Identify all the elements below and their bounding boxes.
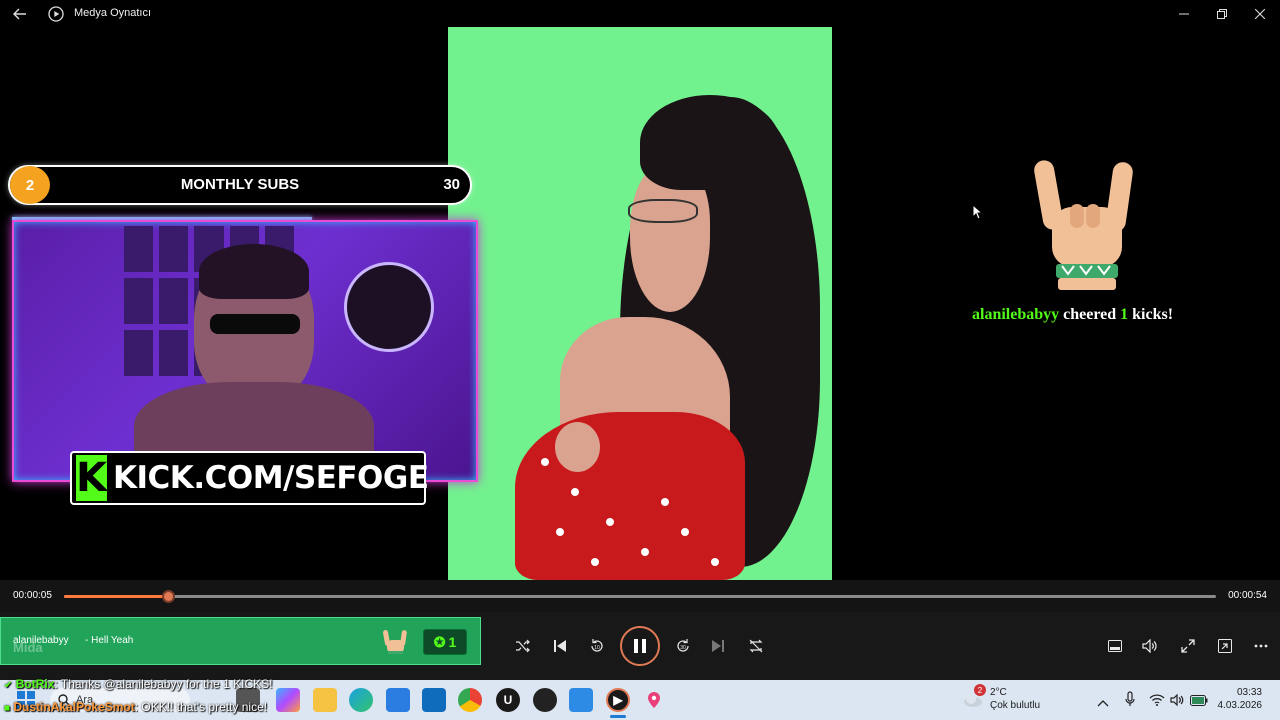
microphone-icon[interactable] [1125,691,1135,712]
compact-overlay-icon[interactable] [1213,634,1237,658]
chat-widget-message: - Hell Yeah [85,635,134,646]
rock-hand-icon [1034,160,1133,290]
glasses-shape [628,199,698,223]
rewind-10-icon[interactable]: 10 [585,634,609,658]
kick-url: KICK.COM/SEFOGE [113,460,429,496]
pause-icon [634,639,646,653]
seek-thumb[interactable] [161,590,175,603]
seek-row: 00:00:05 00:00:54 [0,580,1280,612]
title-bar: Medya Oynatıcı [0,0,1280,27]
weather-alert-badge: 2 [974,684,986,696]
streamer-hair [199,244,309,299]
minimize-icon[interactable] [1172,0,1196,27]
store-icon[interactable] [386,688,410,712]
elapsed-time: 00:00:05 [13,590,52,601]
alert-verb: cheered [1063,306,1117,323]
obs-icon[interactable] [533,688,557,712]
next-icon[interactable] [706,634,730,658]
seek-bar[interactable] [64,590,1216,603]
chat-line-1-user: BotRix [15,677,55,691]
outlook-icon[interactable] [422,688,446,712]
upwork-icon[interactable]: U [496,688,520,712]
chat-widget: Mida alanilebabyy - Hell Yeah ✪ 1 [0,617,481,665]
subs-label: MONTHLY SUBS [180,176,300,193]
more-options-icon[interactable] [1249,634,1273,658]
chat-line-1: ✔ BotRix: Thanks @alanilebabyy for the 1… [4,677,272,691]
file-explorer-icon[interactable] [313,688,337,712]
seek-progress [64,595,168,598]
chat-line-1-badge-icon: ✔ [4,680,13,691]
dress-polka-dots [541,458,719,566]
miniplayer-icon[interactable] [1103,634,1127,658]
restore-icon[interactable] [1210,0,1234,27]
cheer-alert: alanilebabyy cheered 1 kicks! [972,306,1173,324]
media-player-taskbar-icon[interactable]: ▶ [606,688,630,712]
pause-button[interactable] [620,626,660,666]
chevron-up-icon[interactable] [1097,694,1109,712]
active-app-indicator [610,715,626,718]
kick-counter: ✪ 1 [423,629,467,655]
chat-widget-user: alanilebabyy [13,635,69,646]
webcam-frame [12,220,478,482]
chrome-icon[interactable] [458,688,482,712]
chat-line-2-message: : OKK!! that's pretty nice! [134,700,268,714]
svg-text:30: 30 [680,645,686,651]
clock-date[interactable]: 4.03.2026 [1218,700,1263,711]
kick-counter-icon: ✪ [433,633,446,650]
alert-unit: kicks! [1132,306,1174,323]
alert-user: alanilebabyy [972,306,1060,323]
chat-line-1-message: : Thanks @alanilebabyy for the 1 KICKS! [54,677,273,691]
rock-hand-emote-icon [383,629,407,654]
weather-desc: Çok bulutlu [990,700,1041,711]
wifi-icon[interactable] [1149,693,1165,711]
volume-icon[interactable] [1138,634,1162,658]
monthly-subs-bar: 2 MONTHLY SUBS 30 [8,165,472,205]
photos-icon[interactable] [569,688,593,712]
battery-icon[interactable] [1190,693,1208,711]
shuffle-icon[interactable] [511,634,535,658]
speaker-icon[interactable] [1170,693,1184,711]
kick-banner: K KICK.COM/SEFOGE [70,451,429,505]
weather-icon[interactable]: 2 [962,684,986,708]
close-icon[interactable] [1248,0,1272,27]
microphone [344,262,434,352]
previous-icon[interactable] [548,634,572,658]
sunglasses [210,314,300,334]
chat-line-2-user: DustinAkalPokeSmot [13,700,135,714]
kick-logo: K [76,455,107,501]
maps-pin-icon[interactable] [642,688,666,712]
svg-text:10: 10 [594,645,600,651]
total-time: 00:00:54 [1228,590,1267,601]
chat-line-2-badge-icon: ■ [4,703,11,714]
kick-counter-value: 1 [448,634,457,650]
window-title: Medya Oynatıcı [74,7,152,19]
copilot-icon[interactable] [276,688,300,712]
chat-line-2: ■ DustinAkalPokeSmot: OKK!! that's prett… [4,700,267,714]
video-frame[interactable]: 2 MONTHLY SUBS 30 K KICK.COM/SEFOGE alan… [0,27,1280,580]
fullscreen-icon[interactable] [1176,634,1200,658]
mouse-cursor-icon [972,204,984,220]
clock-time[interactable]: 03:33 [1237,687,1262,698]
alert-amount: 1 [1120,306,1129,323]
subs-count: 30 [443,176,460,193]
repeat-off-icon[interactable] [744,634,768,658]
forward-30-icon[interactable]: 30 [671,634,695,658]
edge-icon[interactable] [349,688,373,712]
media-player-app-icon [48,0,64,27]
back-arrow-icon[interactable] [10,0,30,27]
weather-temp: 2°C [990,687,1007,698]
